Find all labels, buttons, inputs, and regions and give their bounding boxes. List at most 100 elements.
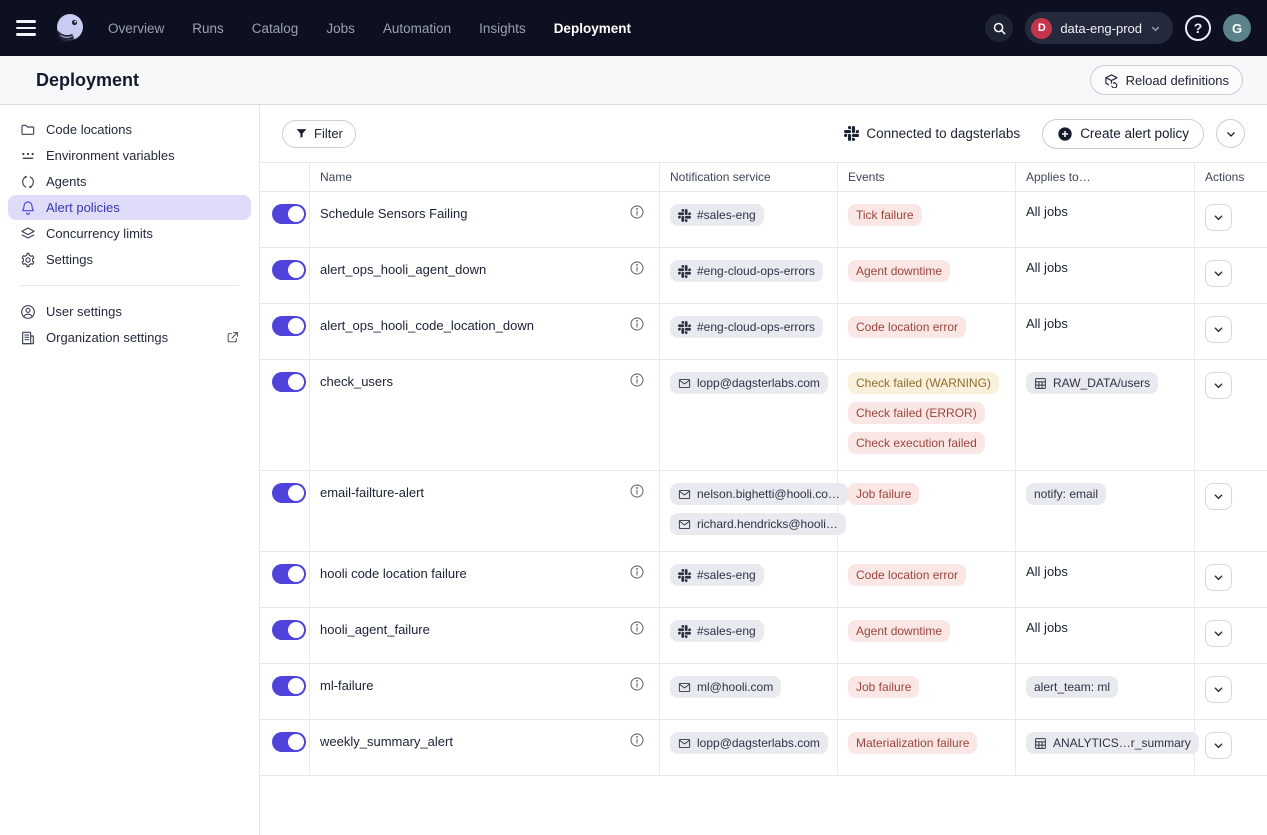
hamburger-menu-icon[interactable] [16,16,40,40]
info-icon[interactable] [629,483,645,499]
chevron-down-icon [1213,212,1224,223]
filter-button[interactable]: Filter [282,120,356,148]
toggle-cell [260,304,310,359]
connected-label: Connected to dagsterlabs [866,126,1020,141]
dagster-logo-icon[interactable] [52,10,88,46]
table-icon [1034,377,1047,390]
applies-to-cell: All jobs [1016,192,1195,247]
notification-tag: RAW_DATA/users [1026,372,1158,394]
sidebar-item-label: Code locations [46,122,132,137]
deployment-switcher[interactable]: D data-eng-prod [1025,12,1173,44]
notification-tag: alert_team: ml [1026,676,1118,698]
info-icon[interactable] [629,564,645,580]
policy-enabled-toggle[interactable] [272,676,306,696]
policy-enabled-toggle[interactable] [272,564,306,584]
sidebar-item-environment-variables[interactable]: Environment variables [8,143,251,168]
actions-cell [1195,360,1267,470]
sidebar-item-user-settings[interactable]: User settings [8,299,251,324]
search-button[interactable] [985,14,1013,42]
applies-to-cell: notify: email [1016,471,1195,551]
sidebar-item-code-locations[interactable]: Code locations [8,117,251,142]
package-reload-icon [1104,73,1119,88]
row-actions-button[interactable] [1205,564,1232,591]
chevron-down-icon [1213,740,1224,751]
policy-enabled-toggle[interactable] [272,260,306,280]
slack-icon [678,209,691,222]
chevron-down-icon [1213,491,1224,502]
external-link-icon [226,331,239,344]
notification-cell: lopp@dagsterlabs.com [660,360,838,470]
sidebar: Code locations Environment variables Age… [0,105,260,835]
events-cell: Agent downtime [838,248,1016,303]
event-tag: Check failed (ERROR) [848,402,985,424]
more-options-button[interactable] [1216,119,1245,148]
notification-cell: #eng-cloud-ops-errors [660,248,838,303]
notification-cell: #sales-eng [660,192,838,247]
row-actions-button[interactable] [1205,372,1232,399]
toggle-cell [260,664,310,719]
policy-enabled-toggle[interactable] [272,732,306,752]
slack-icon [678,321,691,334]
table-row: weekly_summary_alert lopp@dagsterlabs.co… [260,720,1267,776]
events-cell: Agent downtime [838,608,1016,663]
actions-cell [1195,608,1267,663]
slack-icon [678,625,691,638]
event-tag: Check failed (WARNING) [848,372,999,394]
nav-item-runs[interactable]: Runs [192,21,224,36]
nav-item-automation[interactable]: Automation [383,21,451,36]
policy-enabled-toggle[interactable] [272,483,306,503]
nav-item-deployment[interactable]: Deployment [554,21,631,36]
sidebar-item-settings[interactable]: Settings [8,247,251,272]
policy-enabled-toggle[interactable] [272,372,306,392]
table-row: alert_ops_hooli_agent_down #eng-cloud-op… [260,248,1267,304]
row-actions-button[interactable] [1205,483,1232,510]
applies-to-cell: ANALYTICS…r_summary [1016,720,1195,775]
info-icon[interactable] [629,732,645,748]
table-header-row: Name Notification service Events Applies… [260,163,1267,192]
info-icon[interactable] [629,372,645,388]
org-icon [20,330,36,346]
events-cell: Job failure [838,664,1016,719]
row-actions-button[interactable] [1205,620,1232,647]
info-icon[interactable] [629,620,645,636]
row-actions-button[interactable] [1205,204,1232,231]
policy-enabled-toggle[interactable] [272,204,306,224]
nav-item-catalog[interactable]: Catalog [252,21,299,36]
slack-icon [844,126,859,141]
row-actions-button[interactable] [1205,260,1232,287]
sidebar-item-agents[interactable]: Agents [8,169,251,194]
row-actions-button[interactable] [1205,676,1232,703]
notification-tag: ml@hooli.com [670,676,781,698]
info-icon[interactable] [629,260,645,276]
notification-cell: nelson.bighetti@hooli.co…richard.hendric… [660,471,838,551]
nav-item-overview[interactable]: Overview [108,21,164,36]
sidebar-item-concurrency-limits[interactable]: Concurrency limits [8,221,251,246]
event-tag: Job failure [848,483,919,505]
policy-enabled-toggle[interactable] [272,316,306,336]
table-row: hooli code location failure #sales-eng C… [260,552,1267,608]
toggle-cell [260,192,310,247]
nav-item-insights[interactable]: Insights [479,21,526,36]
sidebar-item-organization-settings[interactable]: Organization settings [8,325,251,350]
create-alert-policy-button[interactable]: Create alert policy [1042,119,1204,149]
policy-name: hooli code location failure [320,564,467,581]
col-header-actions: Actions [1195,163,1267,191]
help-button[interactable]: ? [1185,15,1211,41]
sidebar-item-alert-policies[interactable]: Alert policies [8,195,251,220]
info-icon[interactable] [629,316,645,332]
name-cell: check_users [310,360,660,470]
reload-definitions-button[interactable]: Reload definitions [1090,65,1243,95]
policy-enabled-toggle[interactable] [272,620,306,640]
row-actions-button[interactable] [1205,316,1232,343]
applies-to-text: All jobs [1026,314,1068,331]
user-avatar[interactable]: G [1223,14,1251,42]
events-cell: Code location error [838,304,1016,359]
row-actions-button[interactable] [1205,732,1232,759]
info-icon[interactable] [629,676,645,692]
nav-item-jobs[interactable]: Jobs [326,21,355,36]
table-row: Schedule Sensors Failing #sales-eng Tick… [260,192,1267,248]
notification-tag: #sales-eng [670,620,764,642]
actions-cell [1195,471,1267,551]
info-icon[interactable] [629,204,645,220]
sidebar-item-label: Alert policies [46,200,120,215]
